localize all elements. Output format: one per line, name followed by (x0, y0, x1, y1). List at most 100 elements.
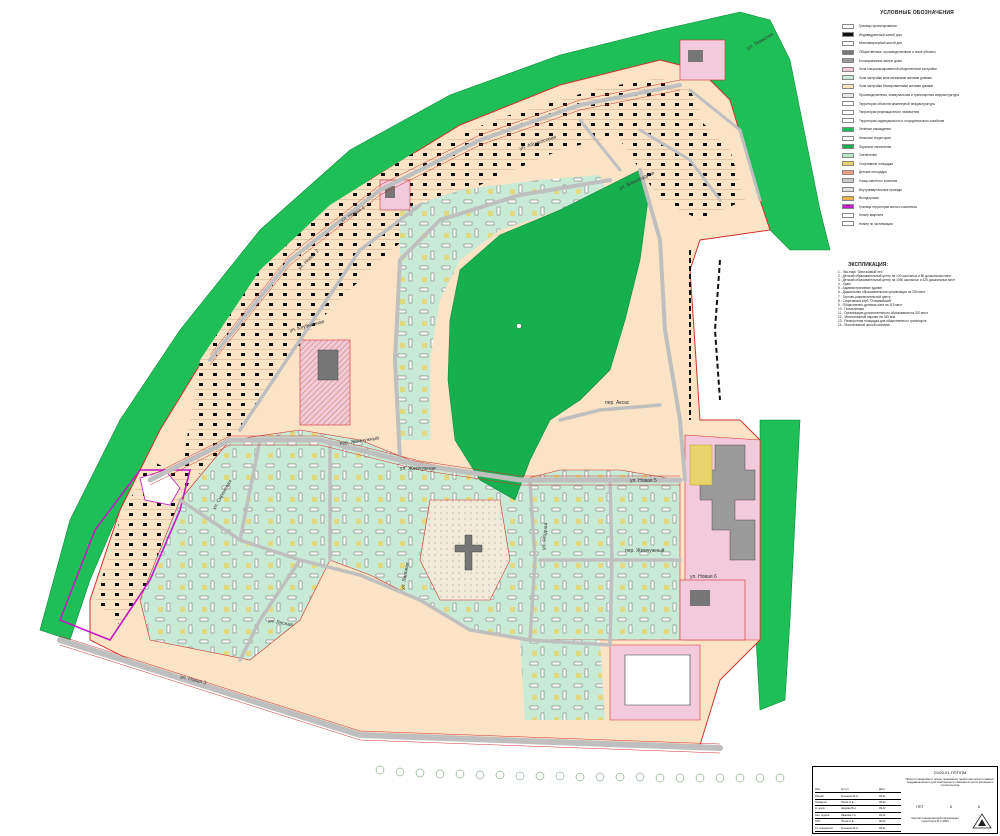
legend-item: Зона застройки многоэтажными жилыми дома… (842, 74, 992, 83)
signature-cell: 09.22 (879, 800, 886, 804)
legend-label: Улицы местного значения (859, 178, 898, 183)
legend-title: УСЛОВНЫЕ ОБОЗНАЧЕНИЯ (880, 10, 954, 16)
public-zone-southeast (679, 579, 746, 641)
explication-title: ЭКСПЛИКАЦИЯ: (848, 262, 889, 268)
legend-label: Блокированные жилые дома (859, 58, 902, 63)
legend-item: Территории садоводческого и огородническ… (842, 117, 992, 126)
legend-swatch (842, 101, 854, 107)
signature-cell: Иванова Т.А. (841, 813, 857, 817)
legend-swatch (842, 178, 854, 184)
legend-swatch (842, 58, 854, 64)
legend-label: Общественные, производственные и иные об… (859, 50, 936, 55)
legend-label: Многоквартирный жилой дом (859, 41, 903, 46)
signature-cell: ГИП (815, 820, 821, 824)
legend-label: Зона застройки многоэтажными жилыми дома… (859, 75, 932, 80)
legend-item: Улицы местного значения (842, 177, 992, 186)
legend-swatch (842, 92, 854, 98)
sheet-value: 6 (950, 805, 952, 809)
legend-item: Спортивные площадки (842, 160, 992, 169)
project-description: Проект планировки и проект межевания тер… (905, 777, 995, 788)
legend-item: Производственная, коммунальная и транспо… (842, 91, 992, 100)
signature-cell: Кузьмина М.А. (841, 794, 859, 798)
legend-swatch (842, 212, 854, 218)
school-building (317, 349, 339, 381)
building-southeast (690, 590, 710, 606)
legend-swatch (842, 118, 854, 124)
legend-item: Детские площадки (842, 168, 992, 177)
legend-swatch (842, 49, 854, 55)
legend-item: Индивидуальный жилой дом (842, 31, 992, 40)
street-label: пер. Жемчужный (625, 547, 665, 554)
signature-cell: Шарова В.Н. (841, 807, 857, 811)
forest-east (754, 419, 801, 711)
legend-label: Индивидуальный жилой дом (859, 32, 902, 37)
legend-label: Территории объектов инженерной инфрастру… (859, 101, 936, 106)
signature-row: Гл. специалист Кузьмина М.А. 09.22 (815, 825, 901, 832)
legend-label: Зона специализированной общественной зас… (859, 67, 937, 72)
signature-cell: 09.22 (879, 807, 886, 811)
drawing-title: Чертёж планировочной организации террито… (911, 816, 959, 824)
title-block: 21/09-01-ППТ/ПМ Проект планировки и прое… (812, 766, 998, 834)
legend-swatch (842, 152, 854, 158)
project-code: 21/09-01-ППТ/ПМ (933, 770, 967, 775)
legend-swatch (842, 144, 854, 150)
signature-cell: Проверил (815, 800, 827, 804)
signature-cell: 09.22 (879, 794, 886, 798)
signature-cell: Попов С.Е. (841, 800, 855, 804)
sport-field-east (689, 444, 713, 486)
sheets-value: 6 (978, 805, 980, 809)
legend-swatch (842, 75, 854, 81)
signature-table: Изм. Кол.уч Дата Разраб. Кузьмина М.А. 09.22 П… (815, 787, 901, 832)
signature-cell: 09.22 (879, 813, 886, 817)
legend-swatch (842, 83, 854, 89)
legend-item: Многоквартирный жилой дом (842, 39, 992, 48)
north-building (688, 50, 703, 62)
legend-label: Внутриквартальные проезды (859, 187, 902, 192)
legend-swatch (842, 126, 854, 132)
legend-label: Территории садоводческого и огородническ… (859, 118, 945, 123)
signature-cell: Разраб. (815, 794, 825, 798)
park-marker (516, 323, 522, 329)
legend-label: Озеленение (859, 153, 878, 158)
legend-item: Территории рекреационного назначения (842, 108, 992, 117)
legend-item: Граница территории жилого комплекса (842, 202, 992, 211)
stage-value: ППТ (916, 805, 924, 809)
legend: УСЛОВНЫЕ ОБОЗНАЧЕНИЯ Границы проектирова… (842, 10, 992, 228)
legend-label: Нежилые территории (859, 136, 891, 141)
legend-label: Велодорожки (859, 196, 879, 201)
legend-swatch (842, 40, 854, 46)
legend-swatch (842, 32, 854, 38)
tree-row (375, 765, 785, 783)
legend-swatch (842, 109, 854, 115)
legend-item: Номер по экспликации (842, 220, 992, 229)
legend-label: Производственная, коммунальная и транспо… (859, 93, 959, 98)
signature-cell: Гл. специалист (815, 826, 834, 830)
signature-cell: Кол.уч (841, 788, 849, 792)
legend-item: Парковое озеленение (842, 142, 992, 151)
company-logo-icon (972, 813, 992, 829)
high-rise-zone-south (520, 640, 605, 720)
legend-item: Нежилые территории (842, 134, 992, 143)
legend-label: Зона застройки блокированными жилыми дом… (859, 84, 934, 89)
signature-cell: Изм. (815, 788, 821, 792)
building-south (624, 654, 691, 706)
legend-swatch (842, 135, 854, 141)
signature-cell: 09.22 (879, 820, 886, 824)
legend-item: Блокированные жилые дома (842, 56, 992, 65)
legend-label: Граница территории жилого комплекса (859, 204, 917, 209)
legend-label: Границы проектирования (859, 24, 897, 29)
signature-cell: Попов С.Е. (841, 820, 855, 824)
legend-swatch (842, 169, 854, 175)
legend-item: Общественные, производственные и иные об… (842, 48, 992, 57)
legend-label: Спортивные площадки (859, 161, 893, 166)
legend-item: Территории объектов инженерной инфрастру… (842, 99, 992, 108)
legend-item: Зона специализированной общественной зас… (842, 65, 992, 74)
legend-label: Зелёные насаждения (859, 127, 891, 132)
legend-item: Зона застройки блокированными жилыми дом… (842, 82, 992, 91)
explication-item: 14 - Малоэтажный жилой комплекс (838, 323, 891, 328)
street-label: ул. Жемчужная (400, 466, 436, 472)
signature-cell: Кузьмина М.А. (841, 826, 859, 830)
signature-cell: Н. контр. (815, 807, 826, 811)
street-label: пер. Аксас (605, 400, 630, 406)
legend-item: Номер квартала (842, 211, 992, 220)
